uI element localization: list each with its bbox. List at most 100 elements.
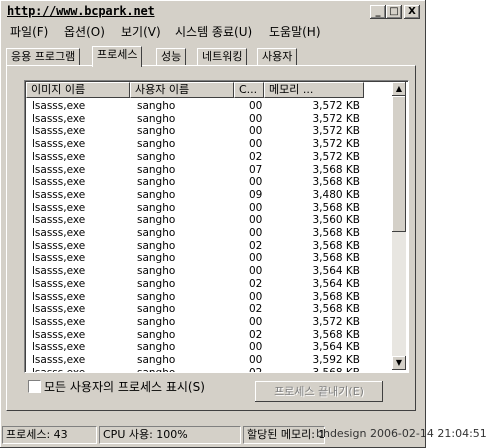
cell-cpu: 00: [249, 201, 263, 214]
cell-cpu: 00: [249, 315, 263, 328]
process-row[interactable]: lsasss,exe sangho 00 3,592 KB: [26, 354, 392, 366]
process-row[interactable]: lsasss,exe sangho 02 3,572 KB: [26, 151, 392, 163]
cell-image-name: lsasss,exe: [32, 163, 86, 176]
process-row[interactable]: lsasss,exe sangho 00 3,572 KB: [26, 138, 392, 150]
tab-applications[interactable]: 응용 프로그램: [6, 48, 81, 66]
cell-cpu: 09: [249, 188, 263, 201]
column-header-memory[interactable]: 메모리 ...: [264, 82, 364, 98]
menu-options[interactable]: 옵션(O): [64, 23, 105, 40]
status-bar: 프로세스: 43 CPU 사용: 100% 할당된 메모리: 164M bhde…: [2, 426, 500, 444]
cell-cpu: 00: [249, 265, 263, 278]
cell-image-name: lsasss,exe: [32, 290, 86, 303]
cell-image-name: lsasss,exe: [32, 188, 86, 201]
cell-cpu: 02: [249, 150, 263, 163]
menu-shutdown[interactable]: 시스템 종료(U): [175, 23, 252, 40]
tab-strip: 응용 프로그램 프로세스 성능 네트워킹 사용자: [6, 46, 416, 67]
cell-image-name: lsasss,exe: [32, 138, 86, 151]
cell-user-name: sangho: [137, 277, 176, 290]
cell-cpu: 07: [249, 163, 263, 176]
tab-networking[interactable]: 네트워킹: [197, 48, 248, 66]
cell-memory: 3,480 KB: [312, 188, 361, 201]
process-row[interactable]: lsasss,exe sangho 02 3,568 KB: [26, 366, 392, 373]
cell-memory: 3,572 KB: [312, 112, 361, 125]
scroll-thumb[interactable]: [392, 96, 406, 232]
process-row[interactable]: lsasss,exe sangho 02 3,564 KB: [26, 278, 392, 290]
processes-panel: 이미지 이름 사용자 이름 C... 메모리 ... lsasss,exe san…: [6, 65, 416, 411]
cell-user-name: sangho: [137, 303, 176, 316]
cell-image-name: lsasss,exe: [32, 214, 86, 227]
cell-user-name: sangho: [137, 239, 176, 252]
cell-user-name: sangho: [137, 150, 176, 163]
close-button[interactable]: X: [404, 5, 420, 19]
task-manager-window: http://www.bcpark.net _ □ X 파일(F) 옵션(O) …: [0, 0, 426, 448]
process-row[interactable]: lsasss,exe sangho 00 3,572 KB: [26, 100, 392, 112]
process-row[interactable]: lsasss,exe sangho 07 3,568 KB: [26, 164, 392, 176]
cell-memory: 3,568 KB: [312, 239, 361, 252]
process-row[interactable]: lsasss,exe sangho 00 3,572 KB: [26, 113, 392, 125]
timestamp-watermark: bhdesign 2006-02-14 21:04:51: [316, 427, 487, 440]
cell-cpu: 02: [249, 366, 263, 373]
process-row[interactable]: lsasss,exe sangho 02 3,568 KB: [26, 329, 392, 341]
cell-memory: 3,568 KB: [312, 303, 361, 316]
cell-cpu: 00: [249, 125, 263, 138]
show-all-users-label: 모든 사용자의 프로세스 표시(S): [44, 380, 205, 394]
menu-file[interactable]: 파일(F): [10, 23, 48, 40]
process-row[interactable]: lsasss,exe sangho 02 3,568 KB: [26, 240, 392, 252]
tab-performance[interactable]: 성능: [156, 48, 187, 66]
cell-image-name: lsasss,exe: [32, 150, 86, 163]
tab-processes[interactable]: 프로세스: [92, 46, 143, 67]
cell-user-name: sangho: [137, 252, 176, 265]
title-bar[interactable]: http://www.bcpark.net _ □ X: [3, 3, 423, 21]
cell-image-name: lsasss,exe: [32, 277, 86, 290]
cell-memory: 3,592 KB: [312, 354, 361, 366]
cell-image-name: lsasss,exe: [32, 252, 86, 265]
process-row[interactable]: lsasss,exe sangho 00 3,568 KB: [26, 202, 392, 214]
minimize-button[interactable]: _: [370, 5, 386, 19]
process-row[interactable]: lsasss,exe sangho 00 3,564 KB: [26, 265, 392, 277]
cell-image-name: lsasss,exe: [32, 354, 86, 366]
cell-image-name: lsasss,exe: [32, 366, 86, 373]
cell-memory: 3,568 KB: [312, 290, 361, 303]
cell-memory: 3,564 KB: [312, 265, 361, 278]
process-row[interactable]: lsasss,exe sangho 00 3,568 KB: [26, 252, 392, 264]
process-row[interactable]: lsasss,exe sangho 00 3,560 KB: [26, 214, 392, 226]
column-header-image-name[interactable]: 이미지 이름: [26, 82, 130, 98]
process-row[interactable]: lsasss,exe sangho 00 3,568 KB: [26, 227, 392, 239]
process-row[interactable]: lsasss,exe sangho 00 3,572 KB: [26, 125, 392, 137]
cell-user-name: sangho: [137, 315, 176, 328]
cell-memory: 3,568 KB: [312, 328, 361, 341]
status-cpu-usage: CPU 사용: 100%: [99, 426, 241, 444]
process-row[interactable]: lsasss,exe sangho 00 3,572 KB: [26, 316, 392, 328]
cell-image-name: lsasss,exe: [32, 328, 86, 341]
cell-user-name: sangho: [137, 176, 176, 189]
column-header-cpu[interactable]: C...: [234, 82, 264, 98]
menu-help[interactable]: 도움말(H): [269, 23, 321, 40]
cell-image-name: lsasss,exe: [32, 125, 86, 138]
status-committed-memory: 할당된 메모리: 164M: [243, 426, 325, 444]
cell-user-name: sangho: [137, 112, 176, 125]
tab-users[interactable]: 사용자: [257, 48, 298, 66]
maximize-button[interactable]: □: [386, 5, 402, 19]
cell-cpu: 00: [249, 100, 263, 112]
process-list[interactable]: 이미지 이름 사용자 이름 C... 메모리 ... lsasss,exe san…: [24, 80, 409, 373]
process-row[interactable]: lsasss,exe sangho 02 3,568 KB: [26, 303, 392, 315]
menu-view[interactable]: 보기(V): [121, 23, 161, 40]
process-row[interactable]: lsasss,exe sangho 09 3,480 KB: [26, 189, 392, 201]
column-header-user-name[interactable]: 사용자 이름: [130, 82, 234, 98]
vertical-scrollbar[interactable]: ▲ ▼: [392, 82, 406, 370]
process-row[interactable]: lsasss,exe sangho 00 3,568 KB: [26, 176, 392, 188]
menu-bar: 파일(F) 옵션(O) 보기(V) 시스템 종료(U) 도움말(H): [3, 22, 423, 40]
cell-memory: 3,568 KB: [312, 176, 361, 189]
scroll-down-arrow-icon[interactable]: ▼: [392, 356, 406, 370]
window-title: http://www.bcpark.net: [7, 4, 155, 18]
process-row[interactable]: lsasss,exe sangho 00 3,568 KB: [26, 291, 392, 303]
cell-cpu: 02: [249, 303, 263, 316]
cell-user-name: sangho: [137, 341, 176, 354]
cell-cpu: 02: [249, 328, 263, 341]
process-row[interactable]: lsasss,exe sangho 00 3,564 KB: [26, 341, 392, 353]
show-all-users-checkbox[interactable]: [28, 380, 41, 393]
cell-user-name: sangho: [137, 188, 176, 201]
scroll-up-arrow-icon[interactable]: ▲: [392, 82, 406, 96]
cell-user-name: sangho: [137, 163, 176, 176]
end-process-button[interactable]: 프로세스 끝내기(E): [255, 381, 383, 402]
